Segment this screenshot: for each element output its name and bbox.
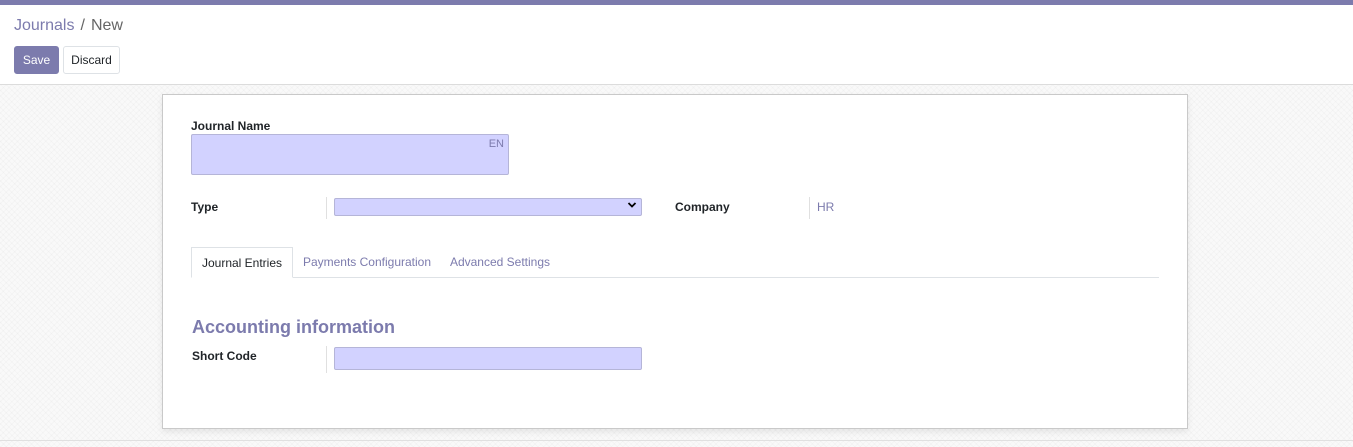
tab-payments-configuration[interactable]: Payments Configuration [299,247,435,277]
bottom-divider [0,440,1353,441]
tab-advanced-settings[interactable]: Advanced Settings [445,247,555,277]
tab-journal-entries[interactable]: Journal Entries [191,247,293,278]
section-title: Accounting information [192,317,395,337]
short-code-input[interactable] [334,347,642,370]
journal-name-input[interactable]: EN [191,134,509,175]
translate-language-button[interactable]: EN [489,138,504,150]
form-sheet: Journal Name EN Type Company HR Journal … [162,94,1188,429]
type-field-divider [326,197,327,219]
breadcrumb: Journals / New [14,17,123,35]
form-view-background: Journal Name EN Type Company HR Journal … [0,85,1353,447]
type-label: Type [191,200,219,214]
control-panel: Journals / New Save Discard [0,5,1353,85]
company-link[interactable]: HR [817,200,834,214]
chevron-down-icon [627,200,637,214]
notebook-tabs: Journal Entries Payments Configuration A… [191,247,1159,278]
company-label: Company [675,200,730,214]
breadcrumb-journals-link[interactable]: Journals [14,17,74,34]
journal-name-label: Journal Name [191,119,271,133]
short-code-field-divider [326,346,327,373]
breadcrumb-separator: / [80,17,85,34]
company-field-divider [809,197,810,219]
type-select[interactable] [334,198,642,216]
save-button[interactable]: Save [14,46,59,74]
breadcrumb-current: New [90,17,123,34]
discard-button[interactable]: Discard [63,46,120,74]
short-code-label: Short Code [192,349,257,363]
